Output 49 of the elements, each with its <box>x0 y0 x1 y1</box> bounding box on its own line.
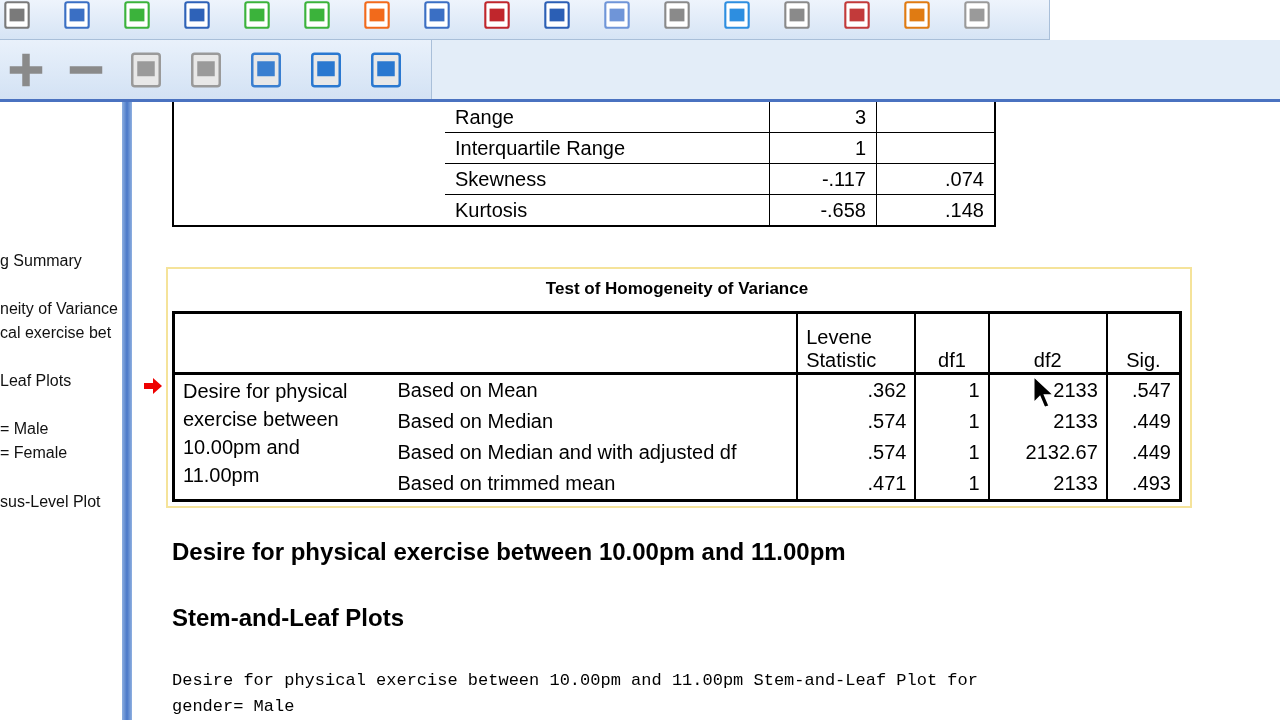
outline-item[interactable]: neity of Variance <box>0 300 118 318</box>
table-cell: .362 <box>797 373 916 406</box>
table-cell: .449 <box>1106 437 1181 468</box>
column-header: Levene Statistic <box>797 312 916 374</box>
table-cell: 1 <box>915 373 989 406</box>
table-cell: .074 <box>876 163 995 195</box>
table-cell: Range <box>445 102 770 133</box>
column-header: df1 <box>915 312 989 374</box>
table-cell: .471 <box>797 468 916 501</box>
table-cell: .493 <box>1106 468 1181 501</box>
section-heading: Desire for physical exercise between 10.00pm and 11.00pm <box>172 538 847 566</box>
column-header: df2 <box>988 312 1107 374</box>
table-cell: 1 <box>915 437 989 468</box>
outline-item[interactable]: = Male <box>0 420 49 438</box>
table-cell: 1 <box>915 468 989 501</box>
table-cell: 1 <box>769 132 877 164</box>
table-cell: .148 <box>876 194 995 226</box>
row-header: Based on Median and with adjusted df <box>389 437 798 468</box>
table-cell: 2133 <box>1053 379 1098 402</box>
table-cell: 3 <box>769 102 877 133</box>
section-heading: Stem-and-Leaf Plots <box>172 604 406 632</box>
table-cell: -.117 <box>769 163 877 195</box>
row-header: Based on Median <box>389 406 798 437</box>
table-cell: .574 <box>797 406 916 437</box>
outline-item[interactable]: = Female <box>0 444 68 462</box>
table-cell: Kurtosis <box>445 194 770 226</box>
table-cell: 1 <box>915 406 989 437</box>
table-cell: Skewness <box>445 163 770 195</box>
table-cell: .547 <box>1106 373 1181 406</box>
column-header: Sig. <box>1106 312 1181 374</box>
table-cell: 2132.67 <box>1025 441 1098 464</box>
outline-item[interactable]: g Summary <box>0 252 82 270</box>
table-cell: .574 <box>797 437 916 468</box>
row-header: Desire for physical exercise between 10.00pm and 11.00pm <box>183 379 349 488</box>
row-header: Based on Mean <box>389 373 798 406</box>
table-cell: 2133 <box>1053 410 1098 433</box>
table-cell: -.658 <box>769 194 877 226</box>
outline-item[interactable]: Leaf Plots <box>0 372 72 390</box>
table-cell: Interquartile Range <box>445 132 770 164</box>
row-header: Based on trimmed mean <box>389 468 798 501</box>
table-cell: .449 <box>1106 406 1181 437</box>
splitter[interactable] <box>122 102 132 720</box>
outline-item[interactable]: cal exercise bet <box>0 324 112 342</box>
table-title: Test of Homogeneity of Variance <box>544 279 810 299</box>
mouse-cursor-icon <box>1031 375 1054 409</box>
plot-text: Desire for physical exercise between 10.00pm and 11.00pm Stem-and-Leaf Plot for <box>172 670 979 692</box>
plot-text: gender= Male <box>172 696 296 718</box>
table-cell: 2133 <box>1053 472 1098 495</box>
outline-item[interactable]: sus-Level Plot <box>0 493 101 511</box>
